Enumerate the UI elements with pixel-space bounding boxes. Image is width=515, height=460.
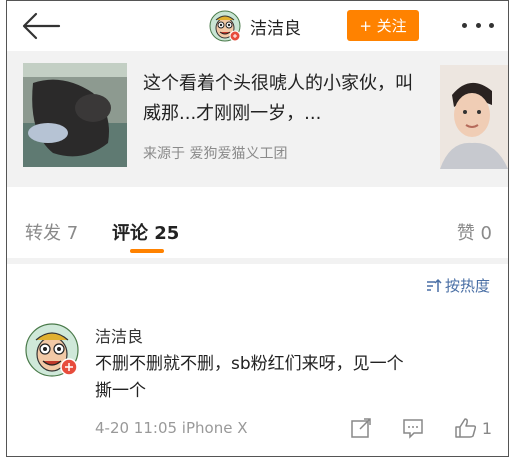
sort-icon bbox=[426, 278, 442, 292]
comment-actions: 1 bbox=[320, 415, 492, 441]
back-arrow-icon[interactable] bbox=[21, 11, 61, 41]
top-bar: 洁洁良 + 关注 bbox=[7, 1, 508, 51]
tab-likes[interactable]: 赞 0 bbox=[457, 219, 492, 245]
reply-comment-icon[interactable] bbox=[402, 417, 424, 439]
avatar[interactable] bbox=[209, 10, 241, 42]
weibo-post-view: 洁洁良 + 关注 这个看着个头很唬人的小家伙，叫威那...才刚刚一岁，... 来… bbox=[6, 0, 509, 457]
like-count: 1 bbox=[481, 418, 492, 438]
like-button[interactable]: 1 bbox=[454, 417, 492, 439]
post-thumbnail-image[interactable] bbox=[23, 63, 127, 167]
repost-text: 这个看着个头很唬人的小家伙，叫威那...才刚刚一岁，... bbox=[143, 73, 413, 124]
comment-text: 不删不删就不删，sb粉红们来呀，见一个撕一个 bbox=[95, 354, 404, 401]
side-profile-photo bbox=[440, 65, 508, 169]
sort-by-popularity-button[interactable]: 按热度 bbox=[426, 275, 490, 296]
tab-comments[interactable]: 评论 25 bbox=[112, 219, 179, 245]
author-name[interactable]: 洁洁良 bbox=[250, 14, 301, 39]
post-author[interactable]: 洁洁良 bbox=[209, 9, 301, 43]
tab-reposts[interactable]: 转发 7 bbox=[25, 219, 78, 245]
more-options-icon[interactable] bbox=[458, 11, 498, 39]
section-divider bbox=[7, 258, 508, 264]
comment-timestamp-device: 4-20 11:05 iPhone X bbox=[95, 419, 248, 437]
repost-source[interactable]: 来源于 爱狗爱猫义工团 bbox=[143, 143, 287, 163]
commenter-avatar[interactable] bbox=[25, 323, 79, 377]
thumbs-up-icon bbox=[455, 418, 476, 438]
share-icon[interactable] bbox=[350, 417, 372, 439]
sort-label: 按热度 bbox=[444, 277, 490, 295]
repost-card[interactable]: 这个看着个头很唬人的小家伙，叫威那...才刚刚一岁，... 来源于 爱狗爱猫义工… bbox=[7, 51, 508, 187]
follow-button[interactable]: + 关注 bbox=[347, 10, 419, 41]
interaction-tabs: 转发 7 评论 25 赞 0 bbox=[7, 205, 508, 257]
commenter-name[interactable]: 洁洁良 bbox=[95, 323, 143, 347]
active-tab-indicator bbox=[130, 249, 164, 253]
